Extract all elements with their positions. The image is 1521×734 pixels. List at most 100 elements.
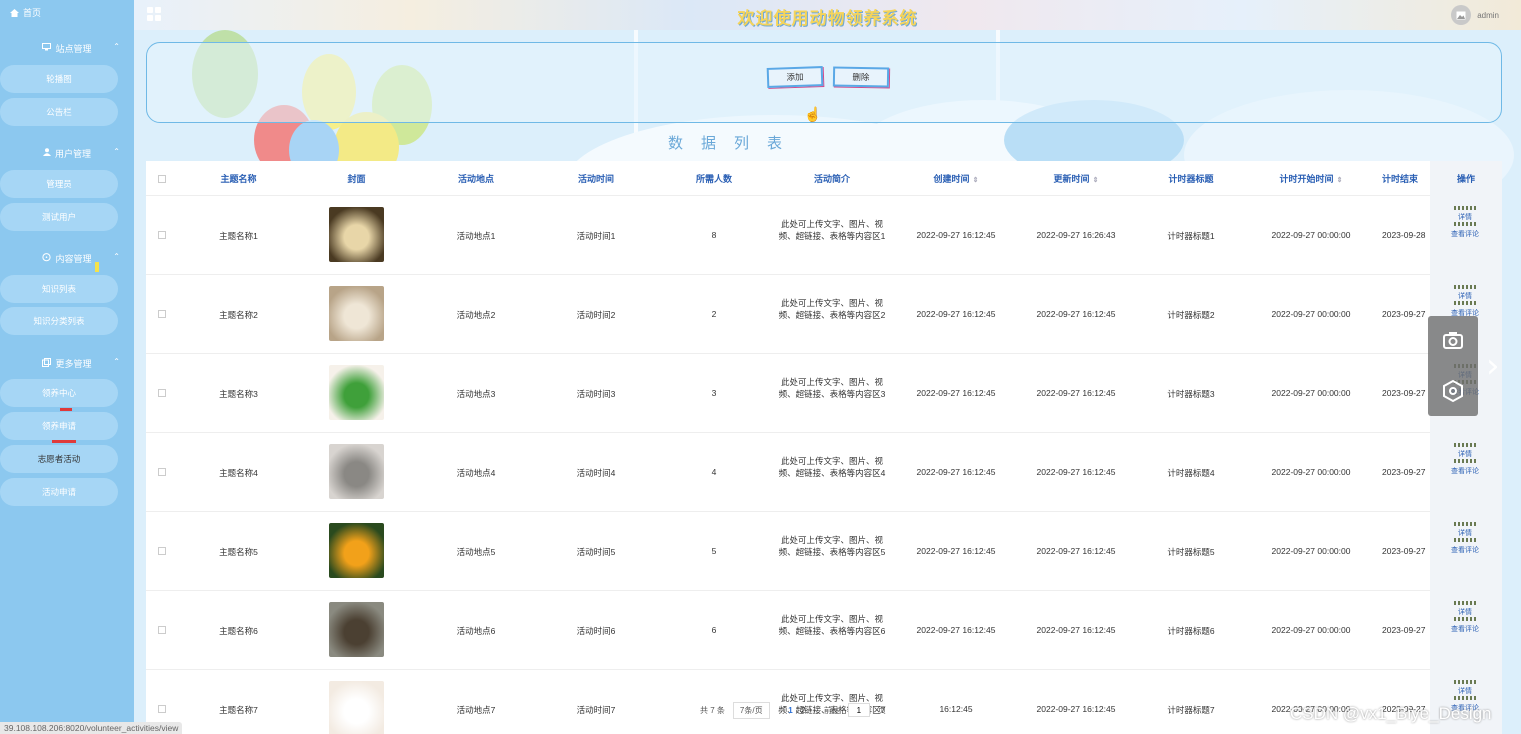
- goto-page-input[interactable]: [847, 703, 870, 717]
- cell-time: 活动时间2: [576, 310, 616, 320]
- table-row[interactable]: 主题名称4 活动地点4 活动时间4 4 2022-09-27 16:12:45 2022-…: [146, 433, 1502, 512]
- decoration: [1454, 222, 1476, 226]
- cell-place: 活动地点2: [456, 310, 496, 320]
- cell-intro: 此处可上传文字、图片、视频、超链接、表格等内容区3: [778, 377, 886, 399]
- row-checkbox[interactable]: [158, 310, 166, 318]
- cell-updated: 2022-09-27 16:12:45: [1036, 704, 1116, 714]
- decoration: [1454, 696, 1476, 700]
- cell-timer: 计时器标题2: [1167, 310, 1215, 320]
- sidebar-group-more[interactable]: 更多管理 ⌃: [0, 355, 134, 371]
- camera-icon[interactable]: [1441, 328, 1465, 352]
- sidebar-item-knowledge[interactable]: 知识列表: [0, 275, 118, 303]
- add-button[interactable]: 添加: [766, 66, 824, 88]
- sidebar-item-activity-apply[interactable]: 活动申请: [0, 478, 118, 506]
- detail-link[interactable]: 详情: [1442, 607, 1488, 617]
- sidebar-group-content[interactable]: 内容管理 ⌃: [0, 250, 134, 266]
- view-comments-link[interactable]: 查看评论: [1442, 624, 1488, 634]
- row-checkbox[interactable]: [158, 231, 166, 239]
- detail-link[interactable]: 详情: [1442, 686, 1488, 696]
- cell-name: 主题名称7: [219, 705, 258, 715]
- cell-timer: 计时器标题7: [1167, 705, 1215, 715]
- red-marker: [52, 440, 76, 443]
- row-checkbox[interactable]: [158, 626, 166, 634]
- row-operations: 详情查看评论: [1442, 601, 1488, 641]
- decoration: [1454, 538, 1476, 542]
- sidebar-home[interactable]: 首页: [10, 6, 41, 19]
- cell-time: 活动时间3: [576, 389, 616, 399]
- sidebar-group-users[interactable]: 用户管理 ⌃: [0, 145, 134, 161]
- cell-start: 2022-09-27 00:00:00: [1271, 309, 1351, 319]
- table-row[interactable]: 主题名称6 活动地点6 活动时间6 6 2022-09-27 16:12:45 2022-…: [146, 591, 1502, 670]
- main-content: 添加 删除 ☝ 数据列表 主题名称 封面 活动地点 活动时间 所需人数 活动简介…: [134, 30, 1521, 734]
- next-page-icon[interactable]: ›: [813, 706, 816, 715]
- page-number[interactable]: 1: [788, 706, 792, 715]
- cell-timer: 计时器标题3: [1167, 389, 1215, 399]
- sidebar-item-admins[interactable]: 管理员: [0, 170, 118, 198]
- cell-created: 2022-09-27 16:12:45: [916, 309, 996, 319]
- cell-time: 活动时间6: [576, 626, 616, 636]
- view-comments-link[interactable]: 查看评论: [1442, 545, 1488, 555]
- chevron-right-icon[interactable]: ›: [1486, 346, 1500, 386]
- decoration: [1454, 459, 1476, 463]
- row-checkbox[interactable]: [158, 389, 166, 397]
- detail-link[interactable]: 详情: [1442, 291, 1488, 301]
- cell-start: 2022-09-27 00:00:00: [1271, 467, 1351, 477]
- table-row[interactable]: 主题名称1 活动地点1 活动时间1 8 2022-09-27 16:12:45 2022-…: [146, 196, 1502, 275]
- sort-icon: ⇕: [972, 177, 979, 184]
- table-header: 主题名称 封面 活动地点 活动时间 所需人数 活动简介 创建时间 ⇕ 更新时间 ⇕ …: [146, 161, 1502, 196]
- table-row[interactable]: 主题名称3 活动地点3 活动时间3 3 2022-09-27 16:12:45 2022-…: [146, 354, 1502, 433]
- cell-created: 2022-09-27 16:12:45: [916, 388, 996, 398]
- sidebar-item-notice[interactable]: 公告栏: [0, 98, 118, 126]
- pagination-total: 共 7 条: [700, 705, 725, 715]
- col-header: 主题名称: [220, 174, 257, 184]
- cell-timer: 计时器标题1: [1167, 231, 1215, 241]
- detail-link[interactable]: 详情: [1442, 449, 1488, 459]
- cell-place: 活动地点4: [456, 468, 496, 478]
- cell-intro: 此处可上传文字、图片、视频、超链接、表格等内容区6: [778, 614, 886, 636]
- view-comments-link[interactable]: 查看评论: [1442, 466, 1488, 476]
- sidebar-group-label: 站点管理: [55, 43, 92, 54]
- cell-updated: 2022-09-27 16:12:45: [1036, 309, 1116, 319]
- chevron-up-icon: ⌃: [113, 42, 120, 51]
- sidebar: 首页 站点管理 ⌃ 轮播图 公告栏 用户管理 ⌃ 管理员 测试用户 内容管理 ⌃…: [0, 0, 134, 734]
- cell-intro: 此处可上传文字、图片、视频、超链接、表格等内容区1: [778, 219, 886, 241]
- hexagon-settings-icon[interactable]: [1441, 379, 1465, 403]
- header: 欢迎使用动物领养系统 admin: [134, 0, 1521, 30]
- cell-count: 3: [711, 388, 717, 398]
- cell-intro: 此处可上传文字、图片、视频、超链接、表格等内容区2: [778, 298, 886, 320]
- view-comments-link[interactable]: 查看评论: [1442, 229, 1488, 239]
- sidebar-item-carousel[interactable]: 轮播图: [0, 65, 118, 93]
- col-header-sortable[interactable]: 更新时间 ⇕: [1026, 172, 1126, 185]
- cover-image-lovebirds: [329, 365, 384, 420]
- monitor-icon: [42, 43, 52, 53]
- cell-place: 活动地点1: [456, 231, 496, 241]
- sidebar-group-site[interactable]: 站点管理 ⌃: [0, 40, 134, 56]
- table-row[interactable]: 主题名称2 活动地点2 活动时间2 2 2022-09-27 16:12:45 2022-…: [146, 275, 1502, 354]
- col-header-sortable[interactable]: 创建时间 ⇕: [906, 172, 1006, 185]
- row-checkbox[interactable]: [158, 468, 166, 476]
- delete-button[interactable]: 删除: [832, 66, 890, 88]
- home-icon: [10, 8, 19, 17]
- sidebar-item-volunteer-activities[interactable]: 志愿者活动: [0, 445, 118, 473]
- sidebar-item-adoption-apply[interactable]: 领养申请: [0, 412, 118, 440]
- col-header: 操作: [1456, 174, 1475, 184]
- page-number[interactable]: 2: [801, 706, 805, 715]
- table-row[interactable]: 主题名称5 活动地点5 活动时间5 5 2022-09-27 16:12:45 2022-…: [146, 512, 1502, 591]
- cell-count: 2: [711, 309, 717, 319]
- cell-name: 主题名称1: [219, 231, 258, 241]
- col-header-sortable[interactable]: 计时开始时间 ⇕: [1256, 172, 1366, 185]
- detail-link[interactable]: 详情: [1442, 212, 1488, 222]
- cell-updated: 2022-09-27 16:12:45: [1036, 625, 1116, 635]
- detail-link[interactable]: 详情: [1442, 528, 1488, 538]
- cell-created: 16:12:45: [939, 704, 973, 714]
- row-checkbox[interactable]: [158, 547, 166, 555]
- sidebar-item-test-users[interactable]: 测试用户: [0, 203, 118, 231]
- select-all-checkbox[interactable]: [158, 175, 166, 183]
- user-menu[interactable]: admin: [1451, 5, 1499, 25]
- sidebar-item-adoption-center[interactable]: 领养中心: [0, 379, 118, 407]
- page-size-select[interactable]: 7条/页: [732, 701, 770, 719]
- cell-place: 活动地点6: [456, 626, 496, 636]
- row-checkbox[interactable]: [158, 705, 166, 713]
- sidebar-item-knowledge-categories[interactable]: 知识分类列表: [0, 307, 118, 335]
- prev-page-icon[interactable]: ‹: [778, 706, 781, 715]
